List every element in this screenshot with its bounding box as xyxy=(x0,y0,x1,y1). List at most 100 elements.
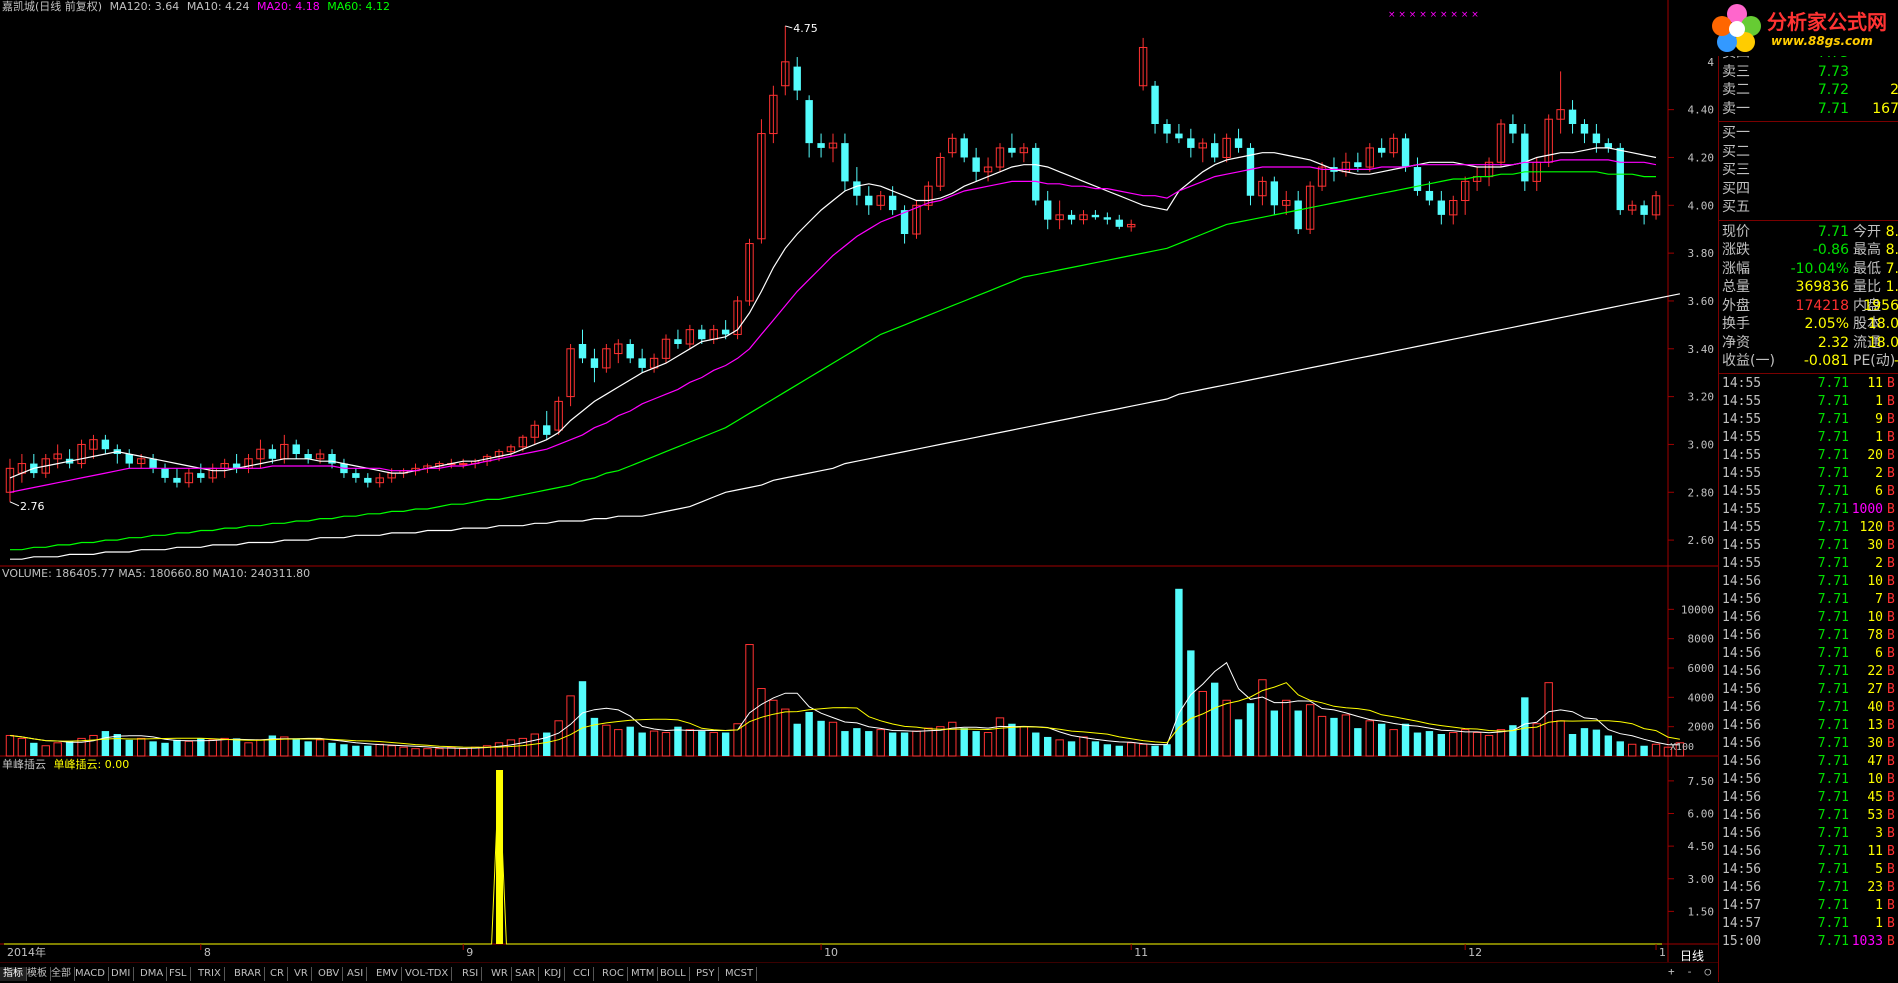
tick-price: 7.71 xyxy=(1817,861,1849,877)
tab-vr[interactable]: VR xyxy=(291,967,312,981)
candle-body-down xyxy=(638,358,646,368)
nav-buttons: + - ○ xyxy=(1668,965,1711,978)
candle-body-down xyxy=(578,344,587,359)
quote-label: 涨幅 xyxy=(1722,260,1750,277)
tab-kdj[interactable]: KDJ xyxy=(541,967,566,981)
quote-label: 外盘 xyxy=(1722,297,1750,314)
volume-axis-label: 4000 xyxy=(1688,691,1715,704)
price-axis-label: 3.40 xyxy=(1688,343,1715,356)
tick-price: 7.71 xyxy=(1817,393,1849,409)
tab-dmi[interactable]: DMI xyxy=(108,967,135,981)
tab-emv[interactable]: EMV xyxy=(373,967,402,981)
tick-time: 14:56 xyxy=(1722,573,1762,589)
tab-vol-tdx[interactable]: VOL-TDX xyxy=(402,967,453,981)
volume-bar-down xyxy=(721,732,730,756)
zoom-in-button[interactable]: + xyxy=(1668,965,1675,978)
tick-time: 14:55 xyxy=(1722,447,1762,463)
tick-row: 14:56 7.71 7 B xyxy=(1719,591,1898,609)
tab-mtm[interactable]: MTM xyxy=(628,967,659,981)
tick-time: 14:55 xyxy=(1722,465,1762,481)
volume-bar-up xyxy=(17,737,27,757)
tab-roc[interactable]: ROC xyxy=(599,967,628,981)
candle-body-down xyxy=(1354,162,1362,168)
candle-body-down xyxy=(1568,109,1577,124)
tick-direction: B xyxy=(1887,411,1895,427)
volume-bar-up xyxy=(1055,739,1064,757)
quote-label-2: 最高 xyxy=(1853,242,1881,258)
tab-asi[interactable]: ASI xyxy=(344,967,368,981)
tab-fsl[interactable]: FSL xyxy=(166,967,191,981)
volume-bar-down xyxy=(626,726,634,756)
tab-psy[interactable]: PSY xyxy=(693,967,719,981)
candle-body-down xyxy=(590,358,599,368)
tick-time: 14:55 xyxy=(1722,375,1762,391)
tab-boll[interactable]: BOLL xyxy=(657,967,690,981)
volume-bar-up xyxy=(948,721,957,757)
volume-bar-down xyxy=(972,731,980,756)
order-label: 卖一 xyxy=(1722,100,1750,117)
volume-bar-up xyxy=(1282,699,1291,757)
quote-row: 涨跌 -0.86 最高 8. xyxy=(1719,241,1898,259)
tick-direction: B xyxy=(1887,429,1895,445)
candle-body-down xyxy=(1187,138,1195,148)
tab-obv[interactable]: OBV xyxy=(315,967,344,981)
volume-bar-down xyxy=(1211,682,1219,756)
tab-dma[interactable]: DMA xyxy=(137,967,168,981)
tab-全部[interactable]: 全部 xyxy=(48,967,75,981)
zoom-out-button[interactable]: - xyxy=(1686,965,1693,978)
tick-price: 7.71 xyxy=(1817,411,1849,427)
volume-bar-down xyxy=(340,744,348,756)
volume-bar-down xyxy=(1604,735,1613,756)
tab-macd[interactable]: MACD xyxy=(72,967,109,981)
ma-line-ma120 xyxy=(10,293,1681,560)
tab-cr[interactable]: CR xyxy=(267,967,288,981)
volume-bar-down xyxy=(1163,744,1171,756)
tick-price: 7.71 xyxy=(1817,483,1849,499)
volume-bar-down xyxy=(352,745,360,756)
tick-row: 14:56 7.71 23 B xyxy=(1719,879,1898,897)
tick-row: 14:56 7.71 13 B xyxy=(1719,717,1898,735)
order-book-buy-row: 买四 xyxy=(1719,180,1898,198)
chart-area[interactable]: 4.75 2.76 2.60 2.80 3.00 3.20 3.40 3.60 3.80 4.0… xyxy=(0,0,1718,962)
indicator-axis-label: 7.50 xyxy=(1688,775,1715,788)
volume-axis-label: 2000 xyxy=(1688,721,1715,734)
tab-模板[interactable]: 模板 xyxy=(24,967,51,981)
tab-指标[interactable]: 指标 xyxy=(0,967,27,981)
tab-rsi[interactable]: RSI xyxy=(459,967,483,981)
candle-body-down xyxy=(197,473,205,478)
price-axis-label: 3.20 xyxy=(1688,391,1715,404)
tick-volume: 1000 xyxy=(1851,501,1883,517)
volume-bar-down xyxy=(1521,697,1529,756)
tick-time: 14:56 xyxy=(1722,699,1762,715)
tick-volume: 78 xyxy=(1867,627,1883,643)
volume-header: VOLUME: 186405.77 MA5: 180660.80 MA10: 2… xyxy=(2,567,311,580)
tick-volume: 11 xyxy=(1867,375,1883,391)
ma120-label: MA120: 3.64 xyxy=(109,0,180,13)
tick-time: 14:57 xyxy=(1722,915,1762,931)
volume-bar-down xyxy=(698,731,706,756)
tick-time: 14:55 xyxy=(1722,411,1762,427)
tab-mcst[interactable]: MCST xyxy=(722,967,758,981)
candle-body-down xyxy=(865,195,873,206)
tick-row: 14:56 7.71 3 B xyxy=(1719,825,1898,843)
tab-cci[interactable]: CCI xyxy=(570,967,594,981)
tab-brar[interactable]: BRAR xyxy=(231,967,266,981)
candle-body-down xyxy=(721,329,730,335)
volume-bar-up xyxy=(435,748,444,757)
order-price: 7.73 xyxy=(1817,63,1849,80)
tab-sar[interactable]: SAR xyxy=(512,967,540,981)
settings-circle-icon[interactable]: ○ xyxy=(1705,965,1712,978)
order-label: 买一 xyxy=(1722,125,1750,141)
tick-row: 14:56 7.71 40 B xyxy=(1719,699,1898,717)
quote-label: 现价 xyxy=(1722,223,1750,240)
tick-time: 14:55 xyxy=(1722,501,1762,517)
volume-bar-down xyxy=(578,681,587,756)
tick-volume: 11 xyxy=(1867,843,1883,859)
volume-bar-up xyxy=(494,742,504,757)
tab-wr[interactable]: WR xyxy=(488,967,512,981)
candle-body-down xyxy=(1211,143,1219,158)
tab-trix[interactable]: TRIX xyxy=(195,967,225,981)
volume-bar-up xyxy=(757,688,766,757)
tick-direction: B xyxy=(1887,879,1895,895)
volume-bar-down xyxy=(1640,745,1648,756)
